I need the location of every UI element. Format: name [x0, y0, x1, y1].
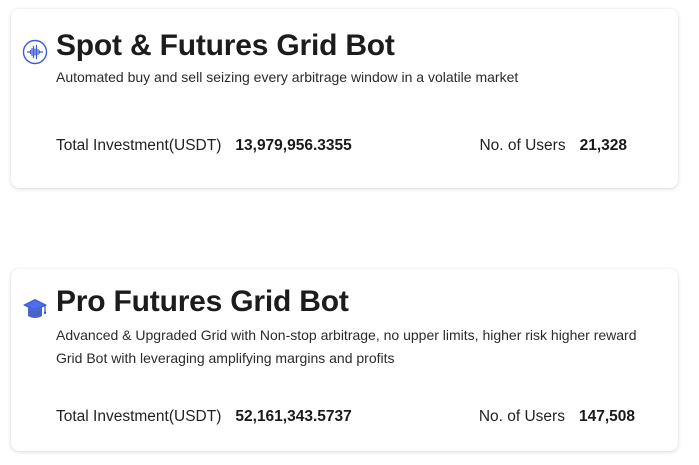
- users-value: 21,328: [579, 137, 627, 154]
- total-investment-label: Total Investment(USDT): [56, 137, 222, 154]
- bot-card-spot-futures[interactable]: Spot & Futures Grid Bot Automated buy an…: [11, 9, 678, 188]
- bot-description: Automated buy and sell seizing every arb…: [56, 69, 519, 85]
- users-value: 147,508: [578, 408, 635, 425]
- bot-description: Advanced & Upgraded Grid with Non-stop a…: [56, 327, 637, 366]
- users-stat: No. of Users 21,328: [479, 137, 627, 155]
- total-investment-label: Total Investment(USDT): [56, 408, 222, 425]
- graduation-cap-icon: [22, 295, 48, 321]
- total-investment-value: 13,979,956.3355: [235, 137, 352, 154]
- total-investment-value: 52,161,343.5737: [235, 408, 352, 425]
- users-label: No. of Users: [479, 137, 566, 154]
- total-investment-stat: Total Investment(USDT) 13,979,956.3355: [56, 137, 352, 155]
- waveform-icon: [22, 39, 48, 65]
- users-stat: No. of Users 147,508: [479, 408, 635, 426]
- bot-card-pro-futures[interactable]: Pro Futures Grid Bot Advanced & Upgraded…: [11, 269, 678, 451]
- users-label: No. of Users: [478, 408, 565, 425]
- bot-title: Spot & Futures Grid Bot: [56, 29, 395, 62]
- total-investment-stat: Total Investment(USDT) 52,161,343.5737: [56, 408, 352, 426]
- bot-title: Pro Futures Grid Bot: [56, 285, 349, 318]
